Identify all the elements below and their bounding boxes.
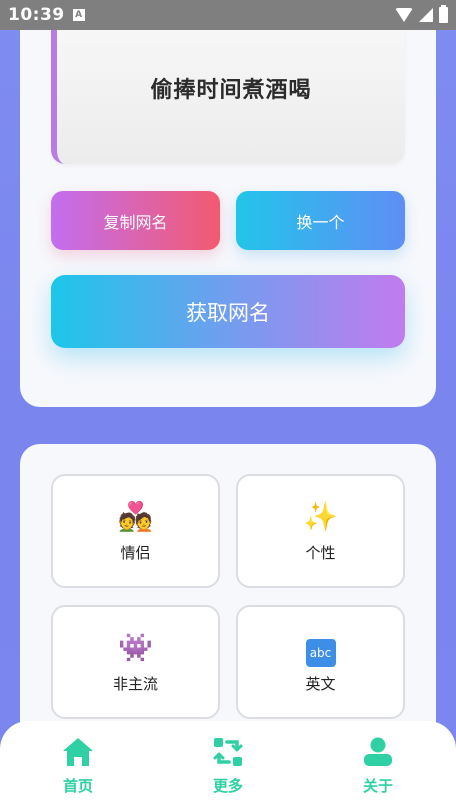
wifi-icon: [395, 8, 413, 22]
couple-icon: 💑: [118, 499, 153, 533]
category-label: 英文: [305, 674, 336, 693]
space-invader-icon: 👾: [118, 630, 153, 664]
sparkles-icon: ✨: [303, 499, 338, 533]
nav-label-about: 关于: [362, 777, 393, 795]
notification-a-icon: A: [72, 9, 85, 21]
home-icon: [61, 735, 95, 769]
nav-item-about[interactable]: 关于: [345, 721, 411, 810]
battery-icon: [439, 5, 448, 23]
generated-name: 偷捧时间煮酒喝: [150, 78, 312, 103]
nav-label-more: 更多: [212, 777, 243, 795]
get-name-button[interactable]: 获取网名: [51, 275, 405, 348]
change-name-button[interactable]: 换一个: [236, 191, 405, 250]
status-bar: 10:39 A: [0, 0, 456, 30]
category-personality[interactable]: ✨ 个性: [236, 474, 405, 588]
abc-badge: abc: [305, 638, 336, 667]
more-icon: [211, 735, 245, 769]
nav-label-home: 首页: [62, 777, 93, 795]
nav-item-home[interactable]: 首页: [45, 721, 111, 810]
category-alternative[interactable]: 👾 非主流: [51, 605, 220, 719]
category-label: 情侣: [120, 543, 151, 562]
copy-name-button[interactable]: 复制网名: [51, 191, 220, 250]
abc-icon: abc: [305, 631, 336, 667]
status-time: 10:39: [8, 5, 65, 25]
bottom-nav: 首页 更多 关于: [0, 721, 456, 810]
category-label: 非主流: [112, 674, 158, 693]
category-couple[interactable]: 💑 情侣: [51, 474, 220, 588]
category-english[interactable]: abc 英文: [236, 605, 405, 719]
signal-icon: [419, 8, 433, 22]
nav-item-more[interactable]: 更多: [195, 721, 261, 810]
status-icons: [395, 5, 448, 23]
generated-name-display: 偷捧时间煮酒喝: [51, 12, 405, 164]
user-icon: [361, 735, 395, 769]
category-label: 个性: [305, 543, 336, 562]
